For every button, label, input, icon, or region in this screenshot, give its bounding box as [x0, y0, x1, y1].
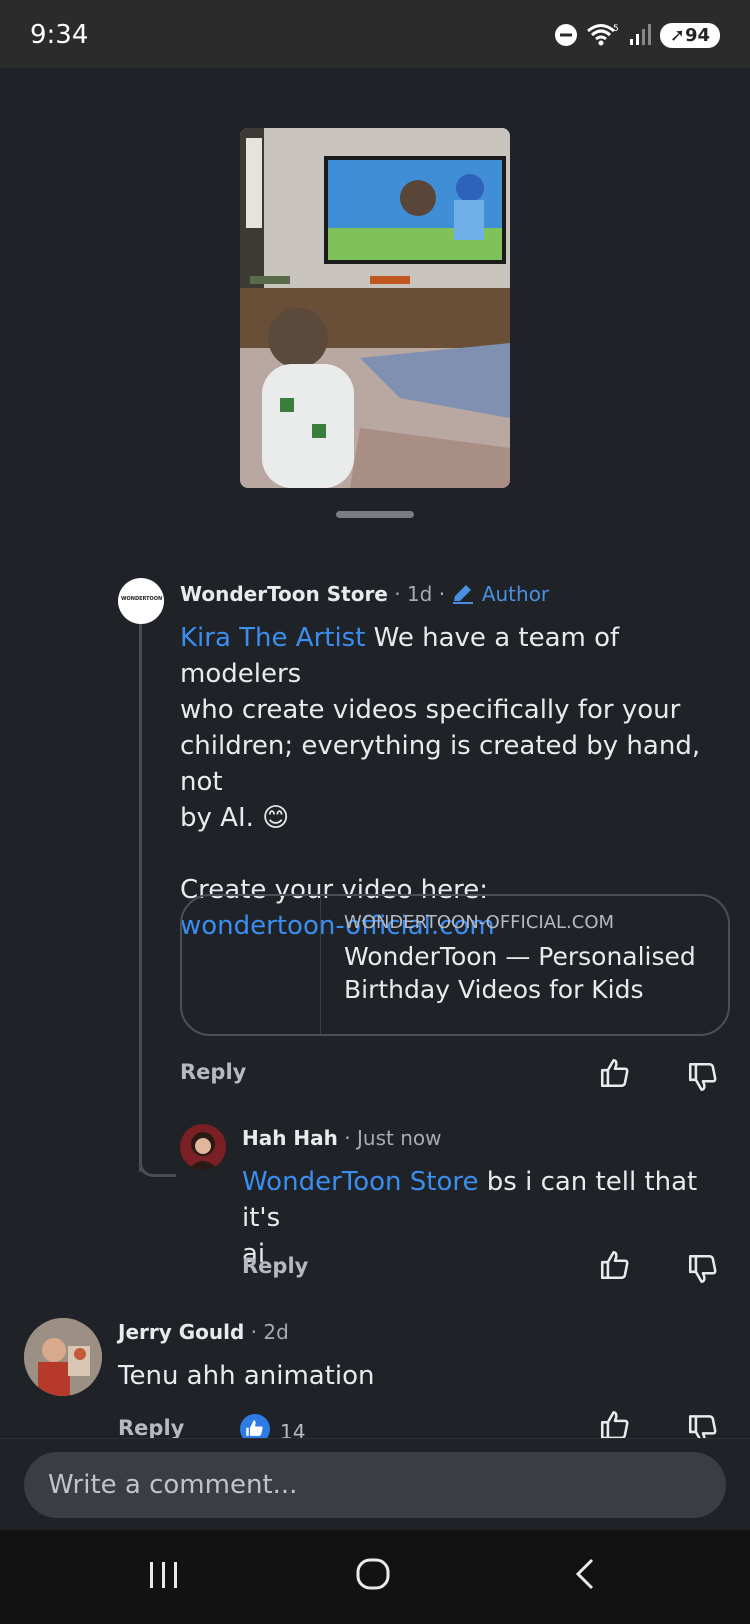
- comment-line: Kira The Artist We have a team of modele…: [180, 620, 730, 692]
- comment-age: · 1d ·: [394, 582, 446, 606]
- smile-emoji: 😊: [262, 803, 290, 833]
- author-badge: Author: [481, 582, 550, 606]
- signal-icon: [629, 24, 651, 45]
- mention-link[interactable]: Kira The Artist: [180, 623, 365, 653]
- status-bar: 9:34 5 ➚94: [0, 0, 750, 68]
- comment-meta: Jerry Gould · 2d: [118, 1320, 289, 1344]
- comment-meta: WonderToon Store · 1d · Author: [180, 582, 549, 606]
- comments-panel: WONDERTOON WonderToon Store · 1d · Autho…: [0, 68, 750, 1444]
- do-not-disturb-icon: [554, 24, 577, 46]
- comment-text: by AI.: [180, 803, 254, 833]
- link-preview-card[interactable]: WONDERTOON-OFFICIAL.COM WonderToon — Per…: [180, 894, 730, 1036]
- avatar[interactable]: [180, 1124, 226, 1170]
- drag-handle[interactable]: [336, 511, 414, 518]
- navigation-bar: [0, 1530, 750, 1624]
- comment-text: who create videos specifically for your: [180, 695, 681, 725]
- thumbs-up-icon[interactable]: [598, 1408, 632, 1438]
- battery-indicator: ➚94: [659, 22, 720, 48]
- mention-link[interactable]: WonderToon Store: [242, 1167, 479, 1197]
- status-time: 9:34: [30, 20, 89, 50]
- thumbs-down-icon[interactable]: [686, 1060, 720, 1094]
- comment-author[interactable]: Hah Hah: [242, 1126, 338, 1150]
- comment-author[interactable]: WonderToon Store: [180, 582, 388, 606]
- reply-button[interactable]: Reply: [118, 1416, 184, 1440]
- pencil-icon: [453, 585, 474, 604]
- thumbs-up-icon[interactable]: [598, 1248, 632, 1282]
- comment-meta: Hah Hah · Just now: [242, 1126, 441, 1150]
- status-icons: 5 ➚94: [554, 22, 720, 48]
- avatar[interactable]: WONDERTOON: [118, 578, 164, 624]
- home-icon[interactable]: [354, 1554, 394, 1594]
- avatar-art: [24, 1318, 102, 1396]
- comment-line: WonderToon Store bs i can tell that it's: [242, 1164, 732, 1236]
- avatar-art: [188, 1132, 218, 1170]
- comment-text: ai: [242, 1239, 266, 1269]
- link-preview-domain: WONDERTOON-OFFICIAL.COM: [344, 912, 615, 933]
- back-icon[interactable]: [566, 1554, 606, 1594]
- battery-level: 94: [684, 24, 710, 46]
- video-thumbnail[interactable]: [240, 128, 510, 488]
- recents-icon[interactable]: [144, 1554, 184, 1594]
- thumbs-down-icon[interactable]: [686, 1252, 720, 1286]
- reply-button[interactable]: Reply: [180, 1060, 246, 1084]
- comment-text: children; everything is created by hand,…: [180, 731, 701, 797]
- link-preview-image: [182, 896, 321, 1034]
- reply-button[interactable]: Reply: [242, 1254, 308, 1278]
- wifi-icon: 5: [586, 24, 619, 46]
- comment-body: WonderToon Store bs i can tell that it's…: [242, 1164, 732, 1272]
- avatar-logo-text: WONDERTOON: [121, 596, 163, 602]
- comment-composer: [0, 1438, 750, 1531]
- avatar[interactable]: [24, 1318, 102, 1396]
- link-preview-title: WonderToon — Personalised Birthday Video…: [344, 942, 696, 1004]
- comment-body: Tenu ahh animation: [118, 1361, 375, 1391]
- svg-text:5: 5: [613, 24, 619, 34]
- battery-leaf-icon: ➚: [669, 24, 685, 46]
- comment-author[interactable]: Jerry Gould: [118, 1320, 244, 1344]
- thread-connector: [139, 1148, 176, 1177]
- comment-age: · 2d: [250, 1320, 289, 1344]
- thread-line: [139, 620, 142, 1172]
- comment-line: by AI. 😊: [180, 800, 730, 836]
- comment-age: · Just now: [344, 1126, 442, 1150]
- comment-input[interactable]: [24, 1452, 726, 1518]
- video-thumbnail-art: [240, 128, 510, 488]
- thumbs-up-icon[interactable]: [598, 1056, 632, 1090]
